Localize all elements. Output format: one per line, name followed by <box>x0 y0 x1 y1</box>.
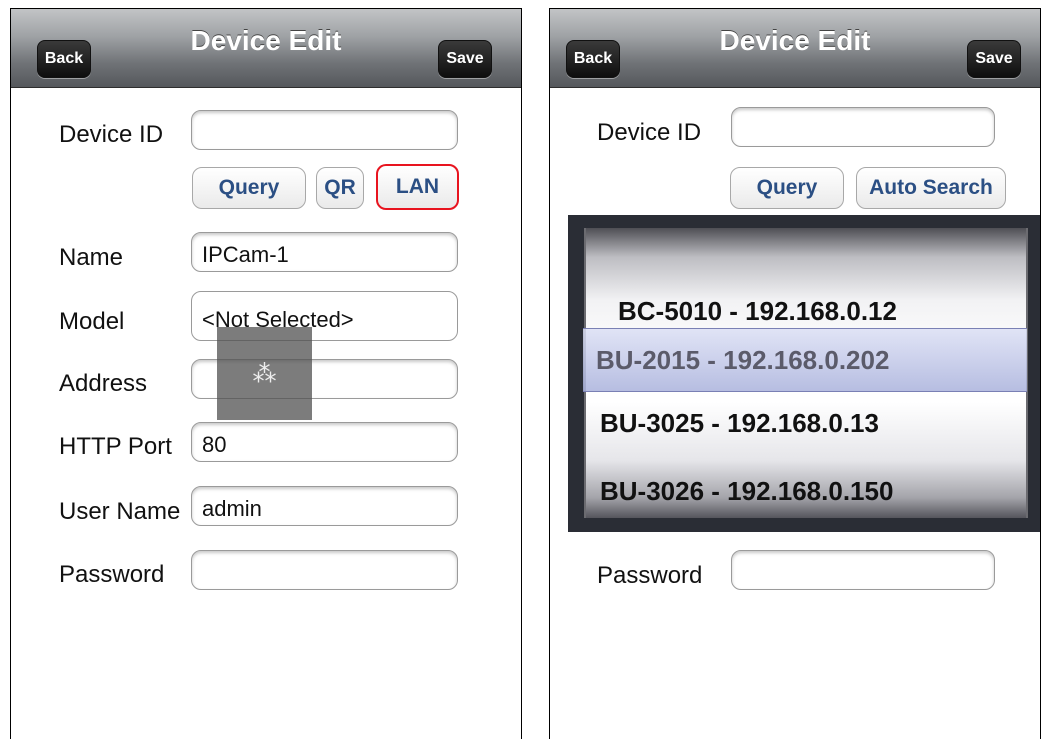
picker-selection: BU-2015 - 192.168.0.202 <box>583 328 1027 392</box>
device-id-field[interactable] <box>731 107 995 147</box>
http-port-label: HTTP Port <box>59 433 172 460</box>
password-label: Password <box>59 561 165 588</box>
password-label: Password <box>597 562 703 589</box>
name-label: Name <box>59 244 124 271</box>
loading-spinner-icon: ⁂ <box>252 361 277 388</box>
loading-overlay: ⁂ <box>217 327 312 420</box>
address-label: Address <box>59 370 148 397</box>
query-button[interactable]: Query <box>730 167 844 209</box>
picker-item-selected[interactable]: BU-2015 - 192.168.0.202 <box>596 345 889 376</box>
auto-search-button[interactable]: Auto Search <box>856 167 1006 209</box>
save-button[interactable]: Save <box>967 40 1021 78</box>
right-screen: Back Device Edit Save Device ID Query Au… <box>549 8 1041 739</box>
user-name-field[interactable]: admin <box>191 486 458 526</box>
password-field[interactable] <box>731 550 995 590</box>
device-id-label: Device ID <box>597 119 702 146</box>
device-id-label: Device ID <box>59 121 164 148</box>
qr-button[interactable]: QR <box>316 167 364 209</box>
left-screen: Back Device Edit Save Device ID Query QR… <box>10 8 522 739</box>
nav-bar: Back Device Edit Save <box>550 9 1040 88</box>
picker-item[interactable]: BC-5010 - 192.168.0.12 <box>618 296 897 327</box>
http-port-field[interactable]: 80 <box>191 422 458 462</box>
picker-item[interactable]: BU-3026 - 192.168.0.150 <box>600 476 893 507</box>
password-field[interactable] <box>191 550 458 590</box>
save-button[interactable]: Save <box>438 40 492 78</box>
lan-button[interactable]: LAN <box>376 164 459 210</box>
user-name-label: User Name <box>59 498 181 525</box>
picker-item[interactable]: BU-3025 - 192.168.0.13 <box>600 408 879 439</box>
picker-lower: BU-3025 - 192.168.0.13 BU-3026 - 192.168… <box>584 392 1024 518</box>
device-id-field[interactable] <box>191 110 458 150</box>
nav-bar: Back Device Edit Save <box>11 9 521 88</box>
query-button[interactable]: Query <box>192 167 306 209</box>
name-field[interactable]: IPCam-1 <box>191 232 458 272</box>
device-picker: BC-5010 - 192.168.0.12 BU-2015 - 192.168… <box>568 215 1040 532</box>
model-label: Model <box>59 308 125 335</box>
